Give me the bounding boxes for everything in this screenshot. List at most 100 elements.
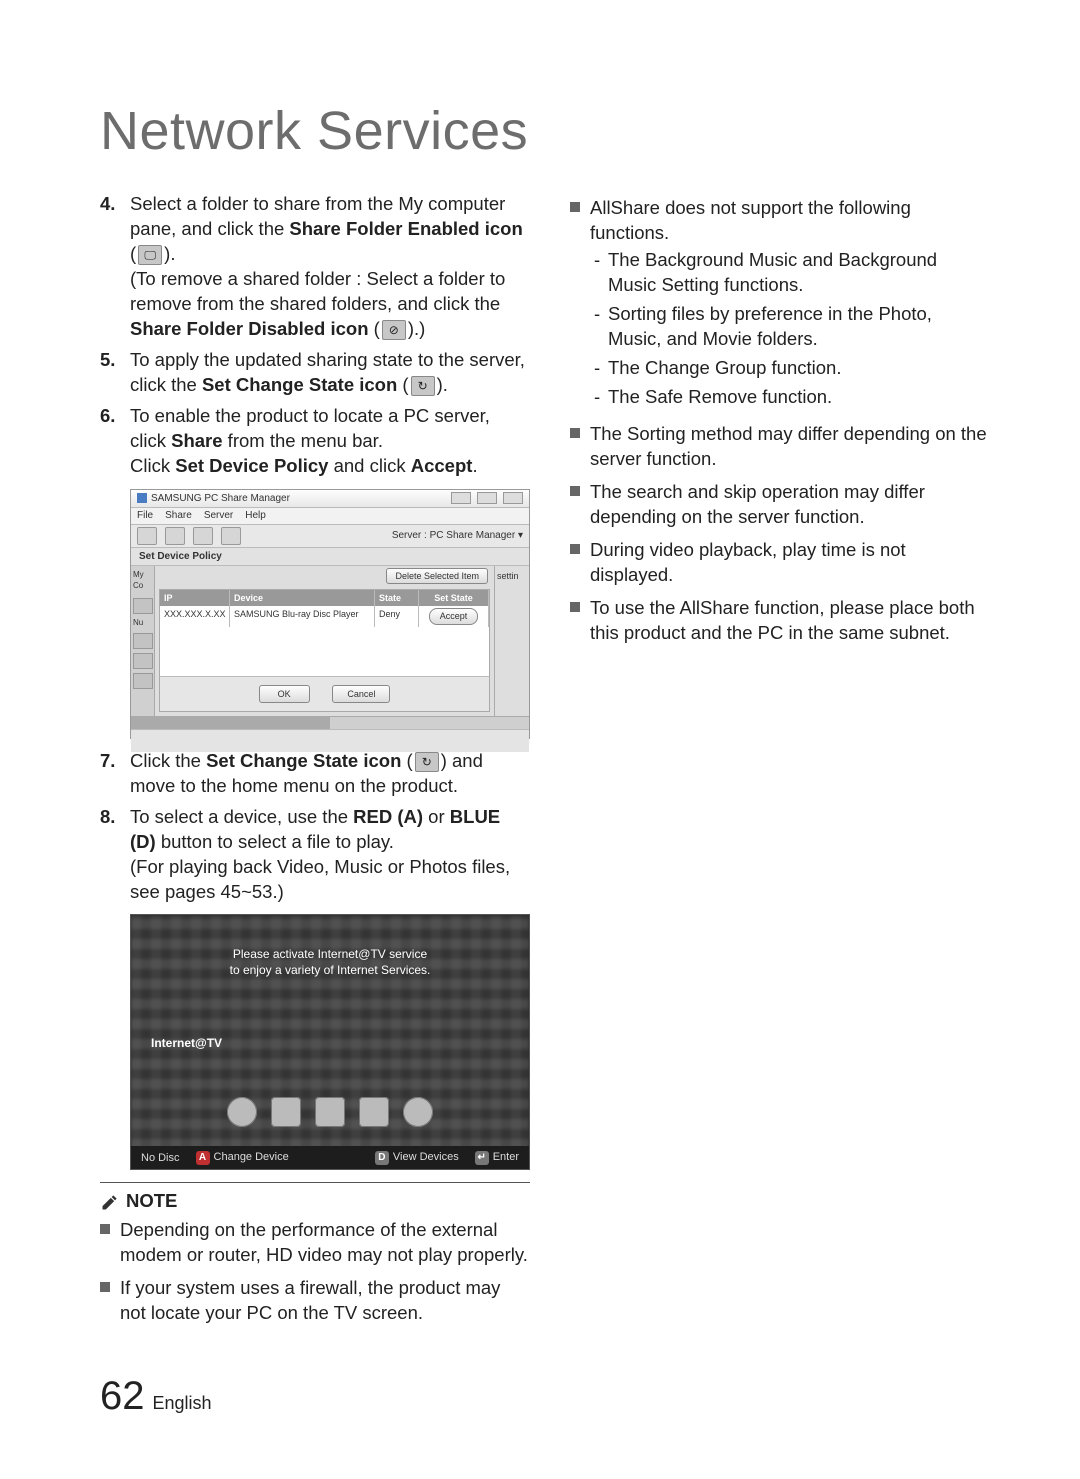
ok-button[interactable]: OK — [259, 685, 310, 703]
internet-tv-label: Internet@TV — [151, 1035, 222, 1051]
minimize-button[interactable] — [451, 492, 471, 504]
text: (For playing back Video, Music or Photos… — [130, 856, 510, 902]
right-bullets: AllShare does not support the following … — [570, 196, 990, 646]
tv-icon-row — [227, 1097, 433, 1127]
cell-device: SAMSUNG Blu-ray Disc Player — [230, 606, 375, 626]
toolbar-button-3[interactable] — [193, 527, 213, 545]
tv-bottom-bar: No Disc AChange Device DView Devices ↵En… — [131, 1146, 529, 1169]
step-body: To enable the product to locate a PC ser… — [130, 404, 530, 479]
media-icon[interactable] — [359, 1097, 389, 1127]
server-label[interactable]: Server : PC Share Manager ▾ — [392, 529, 523, 543]
note-label: NOTE — [126, 1189, 177, 1214]
document-page: Network Services 4. Select a folder to s… — [0, 0, 1080, 1479]
bold-text: Share Folder Disabled icon — [130, 318, 369, 339]
toolbar-button-4[interactable] — [221, 527, 241, 545]
set-change-state-icon: ↻ — [415, 752, 439, 772]
step-number: 8. — [100, 805, 122, 905]
text: ).) — [408, 318, 425, 339]
share-folder-enabled-icon: 🖵 — [138, 245, 162, 265]
menu-help[interactable]: Help — [245, 509, 266, 523]
note-text: To use the AllShare function, please pla… — [590, 596, 990, 646]
note-text: The Sorting method may differ depending … — [590, 422, 990, 472]
left-column: 4. Select a folder to share from the My … — [100, 192, 530, 1334]
close-button[interactable] — [503, 492, 523, 504]
toolbar-button-1[interactable] — [137, 527, 157, 545]
window-titlebar: SAMSUNG PC Share Manager — [131, 490, 529, 509]
nav-icon[interactable] — [133, 633, 153, 649]
text: button to select a file to play. — [156, 831, 394, 852]
hint-view-devices: DView Devices — [375, 1150, 459, 1165]
note-bullets: Depending on the performance of the exte… — [100, 1218, 530, 1326]
disc-status: No Disc — [141, 1151, 180, 1166]
window-title: SAMSUNG PC Share Manager — [151, 492, 290, 506]
step-number: 4. — [100, 192, 122, 342]
note-heading: NOTE — [100, 1182, 530, 1214]
settings-icon[interactable] — [403, 1097, 433, 1127]
set-change-state-icon: ↻ — [411, 376, 435, 396]
bold-text: RED (A) — [353, 806, 423, 827]
bold-text: Set Device Policy — [175, 455, 328, 476]
media-icon[interactable] — [315, 1097, 345, 1127]
sub-item: The Change Group function. — [608, 356, 990, 381]
horizontal-scrollbar[interactable] — [131, 716, 529, 729]
text: and click — [328, 455, 410, 476]
nav-icon[interactable] — [133, 673, 153, 689]
bold-text: Share — [171, 430, 222, 451]
delete-selected-button[interactable]: Delete Selected Item — [386, 568, 488, 584]
note-text: If your system uses a firewall, the prod… — [120, 1276, 530, 1326]
menu-share[interactable]: Share — [165, 509, 192, 523]
device-table: IP Device State Set State XXX.XXX.X.XX S… — [159, 589, 490, 712]
enter-icon: ↵ — [475, 1151, 489, 1165]
hint-label: Change Device — [214, 1151, 289, 1163]
scroll-thumb[interactable] — [131, 717, 330, 729]
sub-list: The Background Music and Background Musi… — [590, 248, 990, 410]
step-5: 5. To apply the updated sharing state to… — [100, 348, 530, 398]
status-area — [131, 729, 529, 752]
toolbar-button-2[interactable] — [165, 527, 185, 545]
col-state: State — [375, 590, 419, 606]
nu-label: Nu — [133, 618, 152, 629]
pc-share-manager-window: SAMSUNG PC Share Manager File Share Serv… — [130, 489, 530, 739]
bold-text: Accept — [411, 455, 473, 476]
text: ). — [437, 374, 448, 395]
maximize-button[interactable] — [477, 492, 497, 504]
media-icon[interactable] — [271, 1097, 301, 1127]
col-setstate: Set State — [419, 590, 489, 606]
table-header: IP Device State Set State — [160, 590, 489, 606]
tv-home-screen: Please activate Internet@TV service to e… — [130, 914, 530, 1170]
note-pencil-icon — [100, 1192, 120, 1212]
bold-text: Set Change State icon — [206, 750, 401, 771]
step-list: 4. Select a folder to share from the My … — [100, 192, 530, 479]
window-body: My Co Nu Delete Selected Item — [131, 566, 529, 716]
two-column-layout: 4. Select a folder to share from the My … — [100, 192, 990, 1334]
delete-row: Delete Selected Item — [155, 566, 494, 585]
dialog-buttons: OK Cancel — [160, 676, 489, 711]
bold-text: Set Change State icon — [202, 374, 397, 395]
note-text: AllShare does not support the following … — [590, 197, 911, 243]
hint-label: View Devices — [393, 1151, 459, 1163]
menu-server[interactable]: Server — [204, 509, 233, 523]
right-column: AllShare does not support the following … — [570, 192, 990, 1334]
note-item: If your system uses a firewall, the prod… — [100, 1276, 530, 1326]
table-row[interactable]: XXX.XXX.X.XX SAMSUNG Blu-ray Disc Player… — [160, 606, 489, 626]
cancel-button[interactable]: Cancel — [332, 685, 390, 703]
text: ( — [130, 243, 136, 264]
text: ( — [397, 374, 408, 395]
accept-button[interactable]: Accept — [429, 608, 479, 624]
step-6: 6. To enable the product to locate a PC … — [100, 404, 530, 479]
allshare-icon[interactable] — [227, 1097, 257, 1127]
note-item: To use the AllShare function, please pla… — [570, 596, 990, 646]
bullet-icon — [570, 202, 580, 212]
text: ). — [164, 243, 175, 264]
nav-icon[interactable] — [133, 598, 153, 614]
menu-file[interactable]: File — [137, 509, 153, 523]
nav-icon[interactable] — [133, 653, 153, 669]
text: or — [423, 806, 450, 827]
text: . — [472, 455, 477, 476]
text: ( — [401, 750, 412, 771]
sub-item: Sorting files by preference in the Photo… — [608, 302, 990, 352]
sub-item: The Safe Remove function. — [608, 385, 990, 410]
note-item: Depending on the performance of the exte… — [100, 1218, 530, 1268]
bullet-icon — [570, 544, 580, 554]
bullet-icon — [570, 428, 580, 438]
